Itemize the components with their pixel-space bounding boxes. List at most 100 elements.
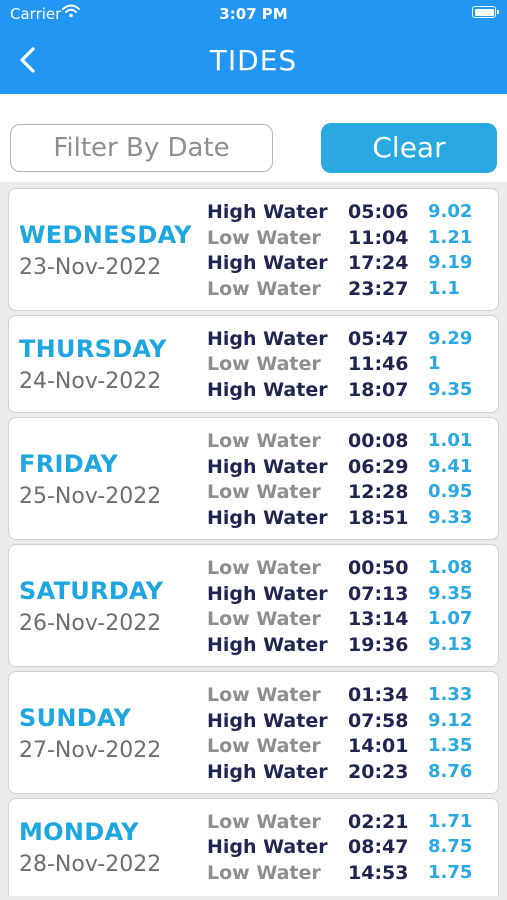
tide-time: 06:29 — [348, 455, 409, 478]
tide-height: 9.33 — [428, 506, 473, 528]
day-card: FRIDAY 25-Nov-2022 Low Water 00:08 1.01 High … — [8, 417, 499, 540]
tide-row: Low Water 14:53 1.75 — [207, 861, 498, 887]
tide-row: High Water 18:51 9.33 — [207, 507, 499, 532]
tide-time: 17:24 — [348, 252, 409, 274]
tide-type: Low Water — [207, 810, 321, 833]
filter-bar: Clear — [0, 94, 507, 182]
day-card: SATURDAY 26-Nov-2022 Low Water 00:50 1.08 Hig… — [8, 544, 499, 667]
day-name: WEDNESDAY — [19, 220, 192, 249]
tide-type: High Water — [207, 506, 328, 529]
day-date: 27-Nov-2022 — [19, 737, 162, 763]
tide-time: 05:47 — [348, 327, 409, 350]
tide-height: 9.02 — [428, 201, 473, 222]
tide-type: High Water — [207, 201, 328, 223]
tide-time: 11:04 — [348, 226, 409, 249]
tide-height: 8.75 — [428, 836, 473, 858]
tide-height: 9.35 — [428, 582, 473, 604]
tide-row: High Water 07:58 9.12 — [207, 710, 499, 735]
tide-type: Low Water — [207, 277, 321, 300]
tide-row: Low Water 12:28 0.95 — [207, 481, 499, 506]
day-card: MONDAY 28-Nov-2022 Low Water 02:21 1.71 High … — [8, 798, 499, 896]
day-name: THURSDAY — [19, 335, 167, 363]
tide-height: 9.29 — [428, 327, 473, 349]
tide-row: Low Water 00:08 1.01 — [207, 430, 499, 455]
tide-time: 23:27 — [348, 277, 409, 300]
day-date: 26-Nov-2022 — [19, 610, 162, 636]
tide-row: Low Water 11:46 1 — [207, 353, 499, 378]
tide-row: High Water 18:07 9.35 — [207, 379, 499, 404]
tide-time: 02:21 — [348, 810, 409, 833]
tide-type: Low Water — [207, 226, 321, 249]
nav-bar: Carrier 3:07 PM TIDES — [0, 0, 507, 94]
day-date: 23-Nov-2022 — [19, 254, 162, 280]
tide-time: 14:01 — [348, 735, 409, 757]
tide-row: Low Water 13:14 1.07 — [207, 608, 499, 633]
tide-row: Low Water 02:21 1.71 — [207, 810, 498, 836]
tide-type: High Water — [207, 327, 328, 350]
tide-height: 9.41 — [428, 455, 473, 477]
tide-height: 1.35 — [428, 735, 473, 756]
tide-time: 20:23 — [348, 760, 409, 783]
tide-time: 08:47 — [348, 836, 409, 859]
tide-type: Low Water — [207, 353, 321, 376]
page-title: TIDES — [209, 44, 298, 77]
day-card: WEDNESDAY 23-Nov-2022 High Water 05:06 9.02 L… — [8, 188, 499, 311]
tide-height: 9.19 — [428, 252, 473, 273]
tide-type: High Water — [207, 836, 328, 859]
tide-height: 1.33 — [428, 684, 473, 705]
day-card: SUNDAY 27-Nov-2022 Low Water 01:34 1.33 High … — [8, 671, 499, 794]
clear-button[interactable]: Clear — [321, 123, 497, 173]
tide-row: Low Water 01:34 1.33 — [207, 684, 499, 709]
tide-type: High Water — [207, 378, 328, 401]
day-name: SATURDAY — [19, 576, 164, 605]
tide-height: 1.21 — [428, 226, 473, 248]
tide-height: 1.07 — [428, 608, 473, 629]
tide-row: Low Water 00:50 1.08 — [207, 557, 499, 582]
tide-row: High Water 20:23 8.76 — [207, 761, 499, 786]
tide-type: High Water — [207, 582, 328, 605]
tide-time: 19:36 — [348, 633, 409, 656]
tide-time: 07:13 — [348, 582, 409, 605]
tide-height: 1.75 — [428, 861, 473, 883]
tide-type: Low Water — [207, 861, 321, 884]
tide-time: 00:50 — [348, 557, 409, 579]
day-name: MONDAY — [19, 818, 139, 846]
tide-height: 1.01 — [428, 430, 473, 451]
day-date: 25-Nov-2022 — [19, 483, 162, 509]
tide-type: High Water — [207, 633, 328, 656]
tide-row: Low Water 14:01 1.35 — [207, 735, 499, 760]
tide-type: High Water — [207, 252, 328, 274]
tide-height: 9.12 — [428, 709, 473, 731]
tide-time: 07:58 — [348, 709, 409, 732]
tide-height: 1.71 — [428, 810, 473, 832]
status-time: 3:07 PM — [219, 5, 288, 23]
tide-type: Low Water — [207, 481, 321, 503]
tide-time: 11:46 — [348, 353, 409, 376]
tide-row: High Water 17:24 9.19 — [207, 252, 499, 277]
tide-type: High Water — [207, 455, 328, 478]
day-date: 28-Nov-2022 — [19, 852, 162, 877]
tide-type: Low Water — [207, 735, 321, 757]
status-bar: Carrier 3:07 PM — [0, 0, 507, 28]
tide-row: High Water 05:47 9.29 — [207, 328, 499, 353]
tide-type: Low Water — [207, 684, 321, 706]
tide-time: 00:08 — [348, 430, 409, 452]
day-date: 24-Nov-2022 — [19, 369, 162, 394]
tide-type: Low Water — [207, 557, 321, 579]
tide-type: Low Water — [207, 608, 321, 630]
tide-time: 05:06 — [348, 201, 409, 223]
tide-time: 12:28 — [348, 481, 409, 503]
tide-row: Low Water 11:04 1.21 — [207, 227, 499, 252]
tide-row: High Water 19:36 9.13 — [207, 634, 499, 659]
tide-row: Low Water 23:27 1.1 — [207, 278, 499, 303]
tide-row: High Water 07:13 9.35 — [207, 583, 499, 608]
battery-icon — [472, 6, 499, 18]
tide-time: 18:07 — [348, 378, 409, 401]
tide-height: 9.13 — [428, 633, 473, 655]
tide-type: High Water — [207, 760, 328, 783]
filter-by-date-input[interactable] — [10, 124, 273, 172]
tide-row: High Water 06:29 9.41 — [207, 456, 499, 481]
day-card: THURSDAY 24-Nov-2022 High Water 05:47 9.29 Lo… — [8, 315, 499, 413]
tide-height: 8.76 — [428, 760, 473, 782]
tide-height: 1.08 — [428, 557, 473, 578]
